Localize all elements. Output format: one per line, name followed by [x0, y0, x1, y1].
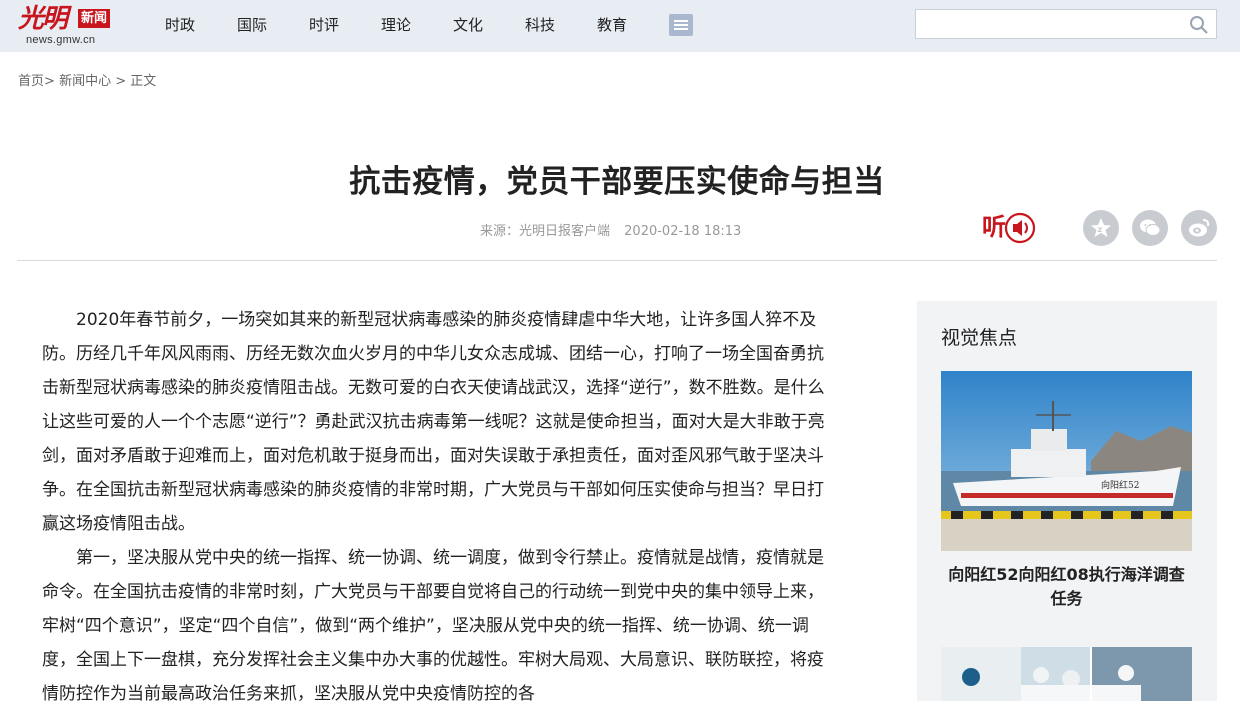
share-weibo-button[interactable] [1181, 210, 1217, 246]
wechat-icon [1140, 219, 1161, 236]
logo-news-tag: 新闻 [78, 9, 111, 28]
logo-brand: 光明 [18, 4, 68, 34]
sidebar-card[interactable] [941, 647, 1192, 701]
share-wechat-button[interactable] [1132, 210, 1168, 246]
visual-focus-sidebar: 视觉焦点 向阳红52 向阳红52向阳红08执行海洋调查任务 [917, 301, 1217, 701]
nav-item-commentary[interactable]: 时评 [288, 14, 360, 35]
svg-text:z: z [1098, 225, 1103, 234]
sidebar-heading: 视觉焦点 [941, 327, 1018, 349]
listen-icon: 听 [982, 212, 1036, 244]
sidebar-card-caption[interactable]: 向阳红52向阳红08执行海洋调查任务 [941, 563, 1192, 611]
article-body: 2020年春节前夕，一场突如其来的新型冠状病毒感染的肺炎疫情肆虐中华大地，让许多… [42, 303, 828, 711]
ship-hull-text: 向阳红52 [1101, 479, 1139, 491]
article-paragraph: 2020年春节前夕，一场突如其来的新型冠状病毒感染的肺炎疫情肆虐中华大地，让许多… [42, 310, 825, 534]
nav-item-politics[interactable]: 时政 [144, 14, 216, 35]
logo-domain: news.gmw.cn [26, 34, 96, 46]
nav-item-culture[interactable]: 文化 [432, 14, 504, 35]
breadcrumb-current: 正文 [130, 74, 157, 89]
listen-label: 听 [982, 213, 1006, 241]
share-qzone-button[interactable]: z [1083, 210, 1119, 246]
article-paragraph: 第一，坚决服从党中央的统一指挥、统一协调、统一调度，做到令行禁止。疫情就是战情，… [42, 548, 824, 704]
main-nav: 时政 国际 时评 理论 文化 科技 教育 [144, 0, 648, 48]
star-icon: z [1091, 218, 1111, 237]
article-title: 抗击疫情，党员干部要压实使命与担当 [349, 164, 885, 200]
breadcrumb-home[interactable]: 首页 [18, 74, 44, 89]
more-menu-icon[interactable] [669, 14, 693, 36]
nav-item-international[interactable]: 国际 [216, 14, 288, 35]
search-input[interactable] [922, 14, 1182, 34]
ship-photo[interactable]: 向阳红52 [941, 371, 1192, 551]
breadcrumb-news-center[interactable]: 新闻中心 [59, 74, 111, 89]
article-meta: 来源：光明日报客户端 2020-02-18 18:13 [480, 220, 741, 239]
top-navigation-bar: 光明 新闻 news.gmw.cn 时政 国际 时评 理论 文化 科技 教育 [0, 0, 1240, 52]
sidebar-card[interactable]: 向阳红52 向阳红52向阳红08执行海洋调查任务 [941, 371, 1192, 611]
search-icon[interactable] [1189, 15, 1209, 35]
article-date: 2020-02-18 18:13 [624, 224, 742, 239]
nav-item-theory[interactable]: 理论 [360, 14, 432, 35]
article-source: 来源：光明日报客户端 [480, 224, 611, 239]
breadcrumb-separator: > [44, 74, 55, 89]
breadcrumb-separator: > [115, 74, 127, 89]
search-box [915, 9, 1217, 39]
breadcrumb: 首页> 新闻中心 > 正文 [18, 70, 156, 89]
weibo-icon [1189, 219, 1210, 237]
nav-item-education[interactable]: 教育 [576, 14, 648, 35]
gmw-news-logo[interactable]: 光明 新闻 news.gmw.cn [18, 4, 118, 48]
listen-audio-button[interactable]: 听 [982, 208, 1040, 246]
header-divider [17, 260, 1217, 261]
medical-staff-photo[interactable] [941, 647, 1192, 701]
nav-item-technology[interactable]: 科技 [504, 14, 576, 35]
